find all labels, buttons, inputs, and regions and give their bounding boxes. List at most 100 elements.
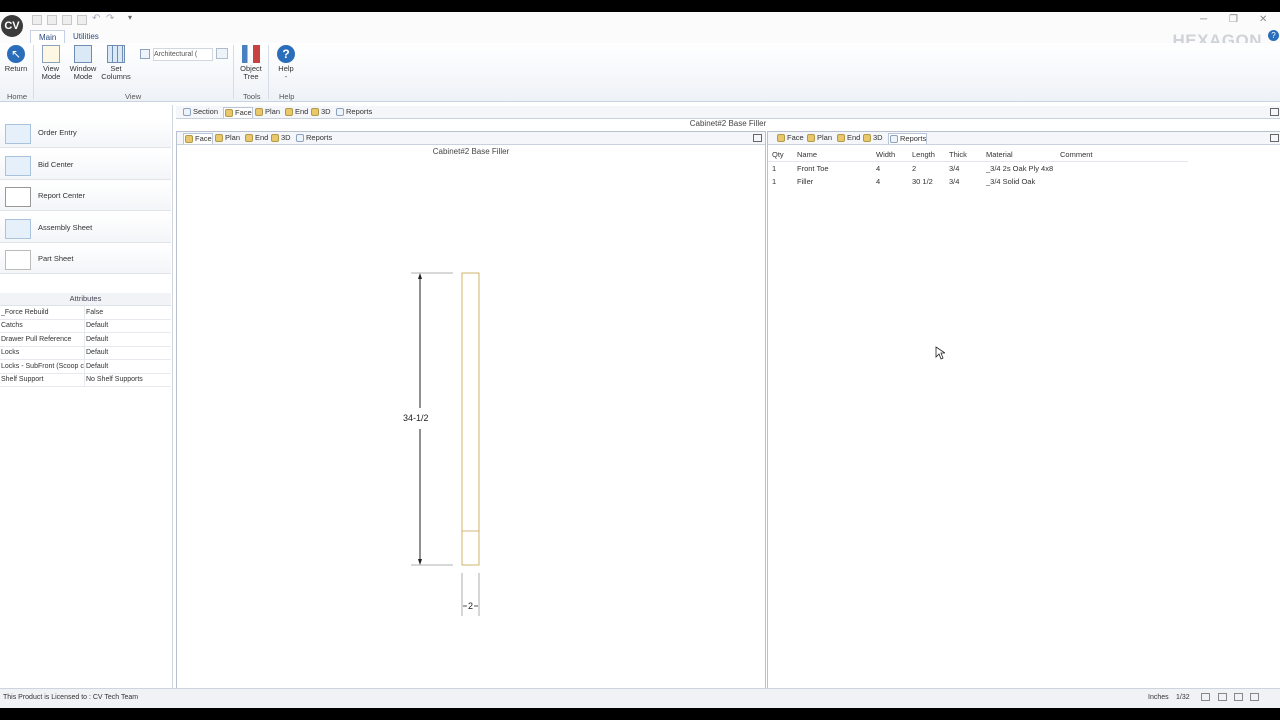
tab-3d[interactable]: 3D xyxy=(862,133,883,143)
attribute-row[interactable]: Shelf Support No Shelf Supports xyxy=(0,373,171,387)
face-view-pane: Face Plan End 3D Reports Cabinet#2 Base … xyxy=(176,131,766,700)
precision-label[interactable]: 1/32 xyxy=(1176,694,1190,701)
height-dimension-label: 34-1/2 xyxy=(403,413,429,423)
new-icon[interactable] xyxy=(32,15,42,25)
face-icon xyxy=(777,134,785,142)
maximize-pane-icon[interactable] xyxy=(1270,108,1279,116)
group-home-label: Home xyxy=(7,92,28,101)
report-grid-header: Qty Name Width Length Thick Material Com… xyxy=(768,148,1188,162)
reports-icon xyxy=(890,135,898,143)
attribute-row[interactable]: Locks Default xyxy=(0,346,171,360)
attribute-row[interactable]: _Force Rebuild False xyxy=(0,306,171,320)
attribute-row[interactable]: Catchs Default xyxy=(0,319,171,333)
redo-icon[interactable]: ↷ xyxy=(106,13,114,24)
print-icon[interactable] xyxy=(77,15,87,25)
help-circle-icon[interactable]: ? xyxy=(1268,30,1279,41)
architectural-icon xyxy=(140,49,150,59)
attributes-header: Attributes xyxy=(0,293,171,306)
column-header-thick[interactable]: Thick xyxy=(949,150,967,159)
tab-face[interactable]: Face xyxy=(776,133,804,143)
return-icon: ↖ xyxy=(7,45,25,63)
app-logo[interactable]: CV xyxy=(1,15,23,37)
sidebar-item-bid-center[interactable]: Bid Center xyxy=(0,151,171,180)
tab-face[interactable]: Face xyxy=(223,107,253,118)
open-icon[interactable] xyxy=(47,15,57,25)
group-help-label: Help xyxy=(279,92,295,101)
clipboard-icon xyxy=(42,45,60,63)
column-header-qty[interactable]: Qty xyxy=(772,150,784,159)
help-icon: ? xyxy=(277,45,295,63)
column-header-width[interactable]: Width xyxy=(876,150,895,159)
close-icon[interactable]: ✕ xyxy=(1259,14,1267,25)
face-icon xyxy=(225,109,233,117)
order-entry-icon xyxy=(5,124,31,144)
tab-main[interactable]: Main xyxy=(30,30,66,44)
cabinet-drawing[interactable]: 34-1/2 2 xyxy=(177,132,765,699)
undo-icon[interactable]: ↶ xyxy=(92,13,100,24)
units-dropdown[interactable]: Architectural ( xyxy=(153,48,213,61)
save-icon[interactable] xyxy=(62,15,72,25)
minimize-icon[interactable]: ─ xyxy=(1200,14,1207,25)
qat-dropdown-icon[interactable]: ▾ xyxy=(128,13,132,22)
ortho-icon[interactable] xyxy=(1201,693,1210,701)
set-columns-button[interactable]: Set Columns xyxy=(101,45,131,81)
tab-section[interactable]: Section xyxy=(182,107,218,117)
tab-3d[interactable]: 3D xyxy=(310,107,331,117)
drawing-canvas xyxy=(411,272,480,616)
3d-icon xyxy=(863,134,871,142)
3d-icon xyxy=(311,108,319,116)
plan-icon xyxy=(807,134,815,142)
snap-icon[interactable] xyxy=(1218,693,1227,701)
maximize-pane-icon[interactable] xyxy=(1270,134,1279,142)
tab-plan[interactable]: Plan xyxy=(254,107,280,117)
attribute-row[interactable]: Locks - SubFront (Scoop c Default xyxy=(0,360,171,374)
main-title: Cabinet#2 Base Filler xyxy=(689,119,767,128)
width-dimension-label: 2 xyxy=(468,601,474,611)
assembly-sheet-icon xyxy=(5,219,31,239)
return-button[interactable]: ↖ Return xyxy=(3,45,29,73)
units-label[interactable]: Inches xyxy=(1148,694,1169,701)
group-view-label: View xyxy=(125,92,142,101)
sidebar-item-part-sheet[interactable]: Part Sheet xyxy=(0,245,171,274)
sidebar-item-assembly-sheet[interactable]: Assembly Sheet xyxy=(0,214,171,243)
plan-icon xyxy=(255,108,263,116)
main-view-tabs: Section Face Plan End 3D Reports xyxy=(176,106,1280,119)
refresh-icon[interactable] xyxy=(216,48,228,59)
layout-icon[interactable] xyxy=(1250,693,1259,701)
tab-reports[interactable]: Reports xyxy=(335,107,372,117)
sidebar-item-order-entry[interactable]: Order Entry xyxy=(0,119,171,148)
column-header-comment[interactable]: Comment xyxy=(1060,150,1093,159)
ribbon-tabs: Main Utilities xyxy=(0,30,1280,44)
object-tree-icon xyxy=(242,45,260,63)
attribute-row[interactable]: Drawer Pull Reference Default xyxy=(0,333,171,347)
column-header-material[interactable]: Material xyxy=(986,150,1013,159)
window-mode-button[interactable]: Window Mode xyxy=(67,45,99,81)
table-row[interactable]: 1 Front Toe 4 2 3/4 _3/4 2s Oak Ply 4x8 xyxy=(768,162,1188,175)
grid-icon[interactable] xyxy=(1234,693,1243,701)
tab-end[interactable]: End xyxy=(836,133,860,143)
part-sheet-icon xyxy=(5,250,31,270)
column-header-name[interactable]: Name xyxy=(797,150,817,159)
column-header-length[interactable]: Length xyxy=(912,150,935,159)
table-row[interactable]: 1 Filler 4 30 1/2 3/4 _3/4 Solid Oak xyxy=(768,175,1188,188)
end-icon xyxy=(285,108,293,116)
view-mode-button[interactable]: View Mode xyxy=(36,45,66,81)
tab-reports[interactable]: Reports xyxy=(888,133,928,144)
reports-view-pane: Face Plan End 3D Reports Qty Name Width … xyxy=(767,131,1280,700)
tab-utilities[interactable]: Utilities xyxy=(65,30,107,43)
end-icon xyxy=(837,134,845,142)
report-center-icon xyxy=(5,187,31,207)
status-bar: This Product is Licensed to : CV Tech Te… xyxy=(0,688,1280,708)
tab-plan[interactable]: Plan xyxy=(806,133,832,143)
object-tree-button[interactable]: Object Tree xyxy=(237,45,265,81)
window-icon xyxy=(74,45,92,63)
reports-icon xyxy=(336,108,344,116)
help-button[interactable]: ? Help - xyxy=(272,45,300,81)
license-text: This Product is Licensed to : CV Tech Te… xyxy=(3,694,139,701)
sidebar-item-report-center[interactable]: Report Center xyxy=(0,182,171,211)
section-icon xyxy=(183,108,191,116)
tab-end[interactable]: End xyxy=(284,107,308,117)
restore-icon[interactable]: ❐ xyxy=(1229,14,1238,25)
bid-center-icon xyxy=(5,156,31,176)
title-bar: ↶ ↷ ▾ ─ ❐ ✕ xyxy=(0,12,1280,30)
